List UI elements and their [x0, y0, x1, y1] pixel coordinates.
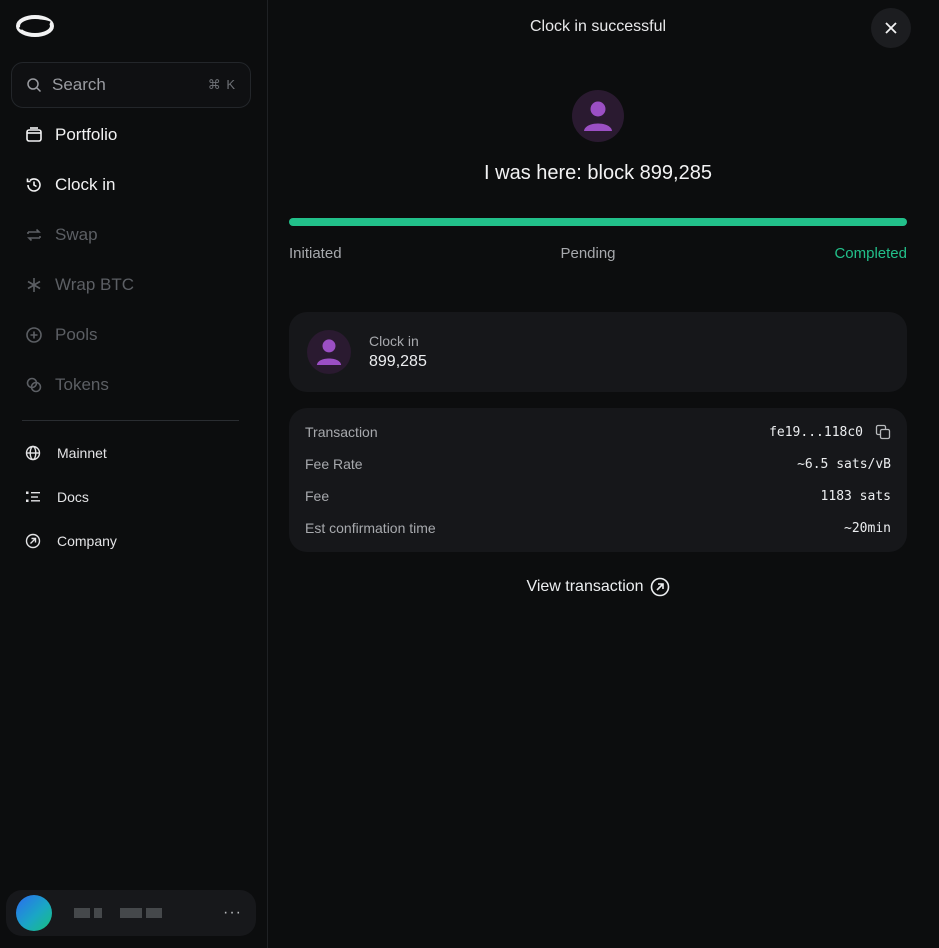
- main-nav: Portfolio Clock in Swap Wrap BTC Pools T…: [0, 110, 268, 410]
- nav-item-wrap-btc[interactable]: Wrap BTC: [0, 260, 268, 310]
- sub-item-company[interactable]: Company: [0, 519, 268, 563]
- step-initiated: Initiated: [289, 245, 342, 262]
- search-placeholder: Search: [52, 75, 106, 94]
- card-label: Clock in: [369, 333, 419, 349]
- plus-circle-icon: [25, 326, 43, 344]
- search-input[interactable]: Search ⌘ K: [11, 62, 251, 108]
- nav-item-pools[interactable]: Pools: [0, 310, 268, 360]
- headline: I was here: block 899,285: [484, 162, 712, 184]
- detail-key: Fee Rate: [305, 456, 363, 472]
- detail-row-fee-rate: Fee Rate ~6.5 sats/vB: [305, 448, 891, 480]
- nav-label: Pools: [55, 325, 98, 344]
- search-icon: [27, 78, 42, 93]
- wallet-icon: [25, 126, 43, 144]
- card-value: 899,285: [369, 353, 427, 370]
- redacted-account-name: [74, 908, 223, 918]
- sub-item-label: Docs: [57, 489, 89, 505]
- transaction-hash: fe19...118c0: [769, 424, 863, 440]
- nav-item-portfolio[interactable]: Portfolio: [0, 110, 268, 160]
- sub-item-label: Mainnet: [57, 445, 107, 461]
- nav-item-swap[interactable]: Swap: [0, 210, 268, 260]
- detail-key: Transaction: [305, 424, 378, 440]
- nav-item-tokens[interactable]: Tokens: [0, 360, 268, 410]
- user-avatar-icon: [307, 330, 351, 374]
- detail-value: ~6.5 sats/vB: [797, 456, 891, 472]
- clock-in-result-panel: Clock in successful I was here: block 89…: [269, 0, 939, 948]
- page-title: Clock in successful: [529, 18, 667, 35]
- secondary-nav: Mainnet Docs Company: [0, 431, 268, 563]
- brand-logo-icon[interactable]: [16, 14, 54, 38]
- nav-item-clock-in[interactable]: Clock in: [0, 160, 268, 210]
- detail-row-fee: Fee 1183 sats: [305, 480, 891, 512]
- step-completed: Completed: [834, 245, 907, 262]
- nav-label: Tokens: [55, 375, 109, 394]
- coins-icon: [25, 376, 43, 394]
- nav-label: Portfolio: [55, 125, 118, 144]
- user-avatar-icon: [572, 90, 624, 142]
- detail-key: Fee: [305, 488, 330, 504]
- view-transaction-link[interactable]: View transaction: [269, 577, 927, 597]
- progress-steps: Initiated Pending Completed: [289, 245, 907, 262]
- detail-value: ~20min: [844, 520, 891, 536]
- account-switcher[interactable]: ···: [6, 890, 256, 936]
- nav-label: Swap: [55, 225, 98, 244]
- detail-row-transaction: Transaction fe19...118c0: [305, 416, 891, 448]
- globe-icon: [25, 445, 41, 461]
- clock-in-card: Clock in 899,285: [289, 312, 907, 392]
- view-transaction-label: View transaction: [526, 578, 644, 595]
- close-button[interactable]: [871, 8, 911, 48]
- more-icon[interactable]: ···: [223, 904, 242, 922]
- copy-icon[interactable]: [875, 424, 891, 440]
- progress-bar: [289, 218, 907, 226]
- app-window: Search ⌘ K Portfolio Clock in Swap Wrap …: [0, 0, 939, 948]
- list-icon: [25, 489, 41, 505]
- nav-label: Wrap BTC: [55, 275, 135, 294]
- avatar: [16, 895, 52, 931]
- step-pending: Pending: [560, 245, 616, 262]
- search-shortcut: ⌘ K: [207, 77, 236, 92]
- sub-item-docs[interactable]: Docs: [0, 475, 268, 519]
- arrow-up-right-circle-icon: [650, 577, 669, 597]
- detail-row-confirmation-time: Est confirmation time ~20min: [305, 512, 891, 544]
- history-icon: [25, 176, 43, 194]
- close-icon: [885, 22, 897, 34]
- sidebar-divider: [22, 420, 239, 421]
- sub-item-mainnet[interactable]: Mainnet: [0, 431, 268, 475]
- snowflake-icon: [25, 276, 43, 294]
- sidebar: Search ⌘ K Portfolio Clock in Swap Wrap …: [0, 0, 268, 948]
- nav-label: Clock in: [55, 175, 116, 194]
- sub-item-label: Company: [57, 533, 117, 549]
- detail-key: Est confirmation time: [305, 520, 436, 536]
- swap-icon: [25, 226, 43, 244]
- detail-value: 1183 sats: [820, 488, 891, 504]
- transaction-details: Transaction fe19...118c0 Fee Rate ~6.5 s…: [289, 408, 907, 552]
- arrow-up-right-circle-icon: [25, 533, 41, 549]
